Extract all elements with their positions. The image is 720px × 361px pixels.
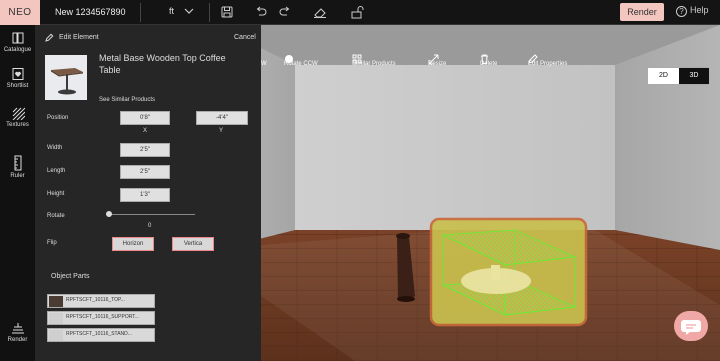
catalogue-icon xyxy=(12,32,23,44)
rotate-ccw-icon xyxy=(285,55,293,63)
object-part-row[interactable]: RPFTSCFT_10116_TOP... xyxy=(47,294,155,308)
app-logo: NEO xyxy=(0,0,40,25)
heart-icon xyxy=(12,68,23,80)
chevron-down-icon xyxy=(184,8,194,14)
rotate-slider-handle[interactable] xyxy=(106,211,112,217)
flip-horizontal-label: Horizon xyxy=(122,241,144,247)
render-icon xyxy=(11,323,24,334)
object-parts-label: Object Parts xyxy=(51,273,90,280)
ruler-icon xyxy=(14,155,21,171)
rail-label: Ruler xyxy=(10,173,25,179)
flip-vertical-label: Vertica xyxy=(183,241,203,247)
unit-select[interactable]: ft xyxy=(140,3,210,22)
save-icon[interactable] xyxy=(219,4,235,20)
render-button[interactable]: Render xyxy=(620,3,664,21)
height-label: Height xyxy=(47,191,65,197)
object-part-row[interactable]: RPFTSCFT_10116_SUPPORT... xyxy=(47,311,155,325)
rotate-ccw-button[interactable]: Rotate CCW xyxy=(284,54,318,74)
edit-element-panel: Edit Element Cancel Metal Base Wooden To… xyxy=(35,25,261,361)
delete-button[interactable]: Delete xyxy=(480,54,497,74)
help-label: Help xyxy=(690,5,709,15)
part-name: RPFTSCFT_10116_SUPPORT... xyxy=(66,314,139,320)
similar-products-button[interactable]: Similar Products xyxy=(352,54,396,74)
edit-properties-button[interactable]: Edit Properties xyxy=(528,54,567,74)
x-axis-label: X xyxy=(143,128,148,134)
product-name: Metal Base Wooden Top Coffee Table xyxy=(99,53,226,75)
part-swatch xyxy=(49,296,63,307)
selected-coffee-table[interactable] xyxy=(429,217,588,327)
textures-icon xyxy=(12,107,25,120)
rail-label: Shortlist xyxy=(6,83,29,89)
rail-item-ruler[interactable]: Ruler xyxy=(0,155,35,179)
chat-icon xyxy=(681,320,701,335)
resize-icon xyxy=(428,54,439,65)
redo-icon[interactable] xyxy=(277,4,293,20)
rotate-label: Rotate xyxy=(47,213,65,219)
width-input[interactable]: 2'5" xyxy=(120,143,170,157)
resize-button[interactable]: Resize xyxy=(428,54,446,74)
width-label: Width xyxy=(47,145,63,151)
see-similar-products-link[interactable]: See Similar Products xyxy=(99,97,155,103)
y-axis-label: Y xyxy=(219,128,224,134)
part-swatch xyxy=(49,330,63,341)
product-thumbnail xyxy=(45,55,87,100)
chat-button[interactable] xyxy=(674,311,708,341)
rotate-cw-button[interactable]: W xyxy=(261,54,267,74)
rail-item-catalogue[interactable]: Catalogue xyxy=(0,31,35,53)
object-part-row[interactable]: RPFTSCFT_10116_STAND... xyxy=(47,328,155,342)
eraser-icon[interactable] xyxy=(312,4,328,20)
position-y-input[interactable]: -4'4" xyxy=(196,111,248,125)
pencil-icon xyxy=(528,54,538,64)
help-icon: ? xyxy=(676,6,687,17)
rail-label: Textures xyxy=(6,122,29,128)
left-rail: Catalogue Shortlist Textures Ruler Rende… xyxy=(0,25,35,361)
flip-horizontal-button[interactable]: Horizon xyxy=(112,237,154,251)
unit-value: ft xyxy=(169,6,175,16)
part-name: RPFTSCFT_10116_TOP... xyxy=(66,297,125,303)
position-label: Position xyxy=(47,115,69,121)
part-swatch xyxy=(49,313,63,324)
rotate-cw-label: W xyxy=(261,61,267,67)
flip-label: Flip xyxy=(47,240,57,246)
part-name: RPFTSCFT_10116_STAND... xyxy=(66,331,132,337)
unlock-icon[interactable] xyxy=(349,4,365,20)
rail-item-textures[interactable]: Textures xyxy=(0,106,35,128)
top-bar: NEO New 1234567890 ft Render ? Help xyxy=(0,0,720,25)
table-thumbnail-image xyxy=(51,68,83,95)
length-input[interactable]: 2'5" xyxy=(120,165,170,179)
height-input[interactable]: 1'3" xyxy=(120,188,170,202)
help-button[interactable]: ? Help xyxy=(676,5,709,17)
rotate-slider-track[interactable] xyxy=(108,214,195,215)
view-mode-toggle: 2D 3D xyxy=(647,67,709,85)
position-x-input[interactable]: 0'8" xyxy=(120,111,170,125)
undo-icon[interactable] xyxy=(253,4,269,20)
panel-title: Edit Element xyxy=(59,34,99,41)
trash-icon xyxy=(481,54,488,64)
view-3d-button[interactable]: 3D xyxy=(679,68,709,84)
flip-vertical-button[interactable]: Vertica xyxy=(172,237,214,251)
rail-item-shortlist[interactable]: Shortlist xyxy=(0,67,35,89)
project-name[interactable]: New 1234567890 xyxy=(55,0,126,25)
cancel-button[interactable]: Cancel xyxy=(234,34,256,41)
rail-label: Render xyxy=(7,337,28,343)
pencil-icon xyxy=(45,33,54,42)
grid-icon xyxy=(352,54,362,64)
length-label: Length xyxy=(47,168,66,174)
view-2d-button[interactable]: 2D xyxy=(648,68,679,84)
rail-label: Catalogue xyxy=(3,47,32,53)
rail-item-render[interactable]: Render xyxy=(0,321,35,343)
rotate-value: 0 xyxy=(148,223,152,229)
